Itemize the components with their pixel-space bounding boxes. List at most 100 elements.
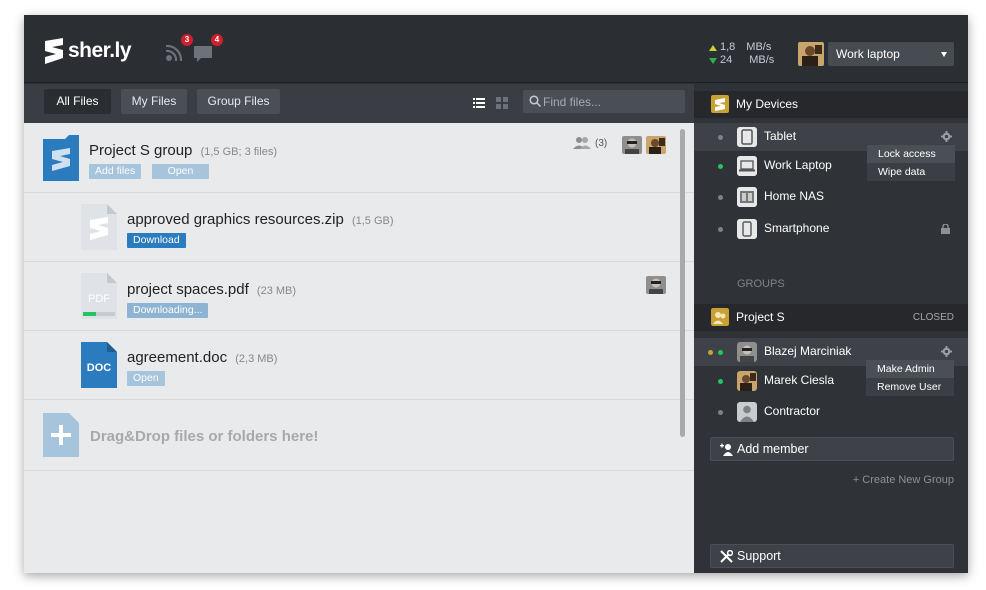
admin-dot <box>708 350 713 355</box>
search-input[interactable] <box>543 90 681 113</box>
device-selector[interactable]: Work laptop <box>828 42 954 66</box>
add-files-button[interactable]: Add files <box>89 164 142 179</box>
wipe-data-menu-item[interactable]: Wipe data <box>867 163 955 181</box>
group-name-line: Project S group (1,5 GB; 3 files) <box>89 142 277 159</box>
group-name: Project S <box>736 310 785 324</box>
lock-icon <box>941 224 950 234</box>
users-icon <box>573 137 591 149</box>
upload-arrow-icon <box>709 44 717 51</box>
download-button[interactable]: Download <box>127 233 186 248</box>
devices-icon <box>711 95 729 113</box>
file-row[interactable]: DOC agreement.doc (2,3 MB) Open <box>24 331 694 400</box>
file-name-line: agreement.doc (2,3 MB) <box>127 349 277 366</box>
support-button[interactable]: Support <box>710 544 954 568</box>
downloading-status-button[interactable]: Downloading... <box>127 303 209 318</box>
member-avatar <box>737 371 757 391</box>
open-file-button[interactable]: Open <box>127 371 165 386</box>
dropzone-text: Drag&Drop files or folders here! <box>90 428 319 445</box>
chat-notification-button[interactable]: 4 <box>192 34 223 65</box>
remove-user-menu-item[interactable]: Remove User <box>866 378 954 396</box>
group-meta: (1,5 GB; 3 files) <box>200 146 277 158</box>
smartphone-icon <box>737 219 757 239</box>
file-list-scrollbar[interactable] <box>680 129 685 437</box>
chat-badge: 4 <box>211 34 223 46</box>
my-devices-header[interactable]: My Devices <box>694 91 968 118</box>
tablet-icon <box>737 127 757 147</box>
add-member-button[interactable]: Add member <box>710 437 954 461</box>
make-admin-menu-item[interactable]: Make Admin <box>866 360 954 378</box>
download-progress-fill <box>83 312 96 316</box>
file-list: Project S group (1,5 GB; 3 files) Add fi… <box>24 123 694 573</box>
member-name: Blazej Marciniak <box>764 344 852 358</box>
member-avatar <box>622 136 642 154</box>
status-dot-online <box>718 164 723 169</box>
member-count: (3) <box>595 137 608 149</box>
broadcast-notification-button[interactable]: 3 <box>162 34 193 65</box>
tab-my-files[interactable]: My Files <box>121 89 187 114</box>
laptop-icon <box>737 156 757 176</box>
chevron-down-icon <box>941 52 947 57</box>
gear-icon[interactable] <box>941 131 952 142</box>
member-name: Contractor <box>764 404 821 418</box>
add-folder-icon <box>43 413 79 457</box>
device-selector-value: Work laptop <box>836 47 900 61</box>
file-name: project spaces.pdf <box>127 281 249 298</box>
device-name: Work Laptop <box>764 158 832 172</box>
chat-icon <box>194 46 212 62</box>
list-view-icon[interactable] <box>473 97 485 109</box>
sidebar: My Devices Tablet Work Laptop Home NAS S… <box>694 84 968 573</box>
logo: sher.ly <box>42 37 132 65</box>
file-name: agreement.doc <box>127 349 228 366</box>
gear-icon[interactable] <box>941 346 952 357</box>
lock-access-menu-item[interactable]: Lock access <box>867 145 955 163</box>
nas-icon <box>737 187 757 207</box>
download-arrow-icon <box>709 57 717 64</box>
group-folder-icon <box>43 135 79 181</box>
grid-view-icon[interactable] <box>496 97 508 109</box>
tab-group-files[interactable]: Group Files <box>197 89 280 114</box>
member-avatar <box>737 342 757 362</box>
device-item-home-nas[interactable]: Home NAS <box>694 183 968 211</box>
upload-unit: MB/s <box>746 41 772 53</box>
member-item[interactable]: Contractor <box>694 398 968 426</box>
device-name: Home NAS <box>764 189 825 203</box>
status-dot <box>718 227 723 232</box>
group-header-project-s[interactable]: Project S CLOSED <box>694 304 968 331</box>
support-label: Support <box>737 549 781 563</box>
status-dot <box>718 195 723 200</box>
my-devices-title: My Devices <box>736 97 799 111</box>
add-member-label: Add member <box>737 442 809 456</box>
download-speed: 24 <box>720 54 733 66</box>
file-name-line: project spaces.pdf (23 MB) <box>127 281 296 298</box>
app-window: sher.ly 3 4 1,8 MB/s 24 MB/s Work laptop… <box>24 15 968 573</box>
member-context-menu: Make Admin Remove User <box>866 360 954 396</box>
default-avatar-icon <box>737 402 757 422</box>
status-dot-online <box>718 379 723 384</box>
file-type-label: PDF <box>88 293 110 305</box>
group-status: CLOSED <box>912 312 954 323</box>
file-name: approved graphics resources.zip <box>127 211 344 228</box>
files-toolbar: All Files My Files Group Files <box>24 84 694 123</box>
file-name-line: approved graphics resources.zip (1,5 GB) <box>127 211 394 228</box>
tools-icon <box>720 550 733 563</box>
user-avatar[interactable] <box>798 42 824 66</box>
create-new-group-link[interactable]: + Create New Group <box>853 474 954 486</box>
group-members-count[interactable]: (3) <box>573 137 607 149</box>
file-row[interactable]: approved graphics resources.zip (1,5 GB)… <box>24 193 694 262</box>
device-context-menu: Lock access Wipe data <box>867 145 955 181</box>
upload-speed: 1,8 <box>720 41 736 53</box>
search-icon <box>529 95 541 107</box>
zip-file-icon <box>81 204 117 250</box>
group-name: Project S group <box>89 142 193 159</box>
broadcast-icon <box>165 44 183 62</box>
file-row[interactable]: PDF project spaces.pdf (23 MB) Downloadi… <box>24 262 694 331</box>
device-item-smartphone[interactable]: Smartphone <box>694 215 968 243</box>
group-icon <box>711 308 729 326</box>
download-progress-bar <box>83 312 115 316</box>
download-unit: MB/s <box>749 54 775 66</box>
search-box <box>523 90 685 113</box>
open-group-button[interactable]: Open <box>152 164 209 179</box>
group-row[interactable]: Project S group (1,5 GB; 3 files) Add fi… <box>24 123 694 193</box>
member-name: Marek Ciesla <box>764 373 835 387</box>
tab-all-files[interactable]: All Files <box>44 89 111 114</box>
